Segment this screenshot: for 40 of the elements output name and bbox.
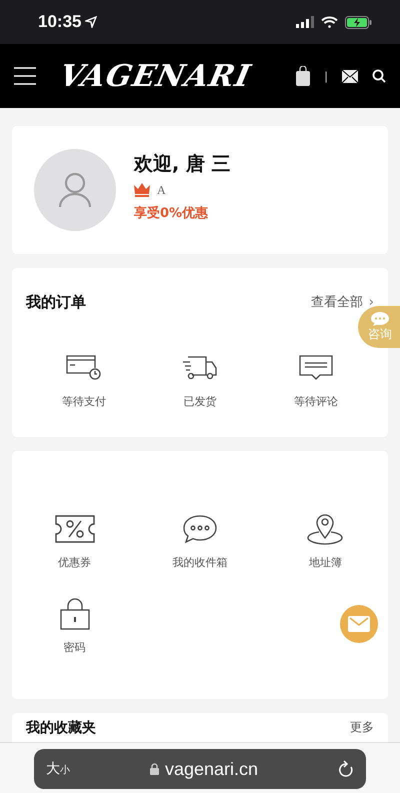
- brand-logo[interactable]: VAGENARI: [56, 58, 254, 94]
- wifi-icon: [321, 16, 338, 28]
- address-bar[interactable]: 大小 vagenari.cn: [34, 749, 366, 789]
- service-item[interactable]: 密码: [12, 598, 138, 655]
- welcome-text: 欢迎, 唐 三: [134, 152, 230, 176]
- order-status-item[interactable]: 等待评论: [258, 352, 374, 409]
- person-icon: [58, 172, 92, 208]
- more-link[interactable]: 更多: [350, 719, 374, 736]
- comment-icon: [299, 355, 333, 381]
- service-item[interactable]: 地址簿: [262, 513, 388, 570]
- location-arrow-icon: [85, 16, 98, 28]
- card-clock-icon: [66, 355, 102, 381]
- url-text: vagenari.cn: [164, 758, 258, 780]
- member-level: A: [157, 182, 166, 198]
- search-icon[interactable]: [372, 69, 386, 83]
- section-title: 我的订单: [26, 292, 86, 312]
- padlock-icon: [60, 598, 90, 630]
- envelope-icon: [348, 616, 370, 632]
- reload-icon[interactable]: [338, 760, 354, 778]
- text-size-button[interactable]: 大小: [46, 760, 70, 778]
- chat-bubble-icon: [371, 312, 389, 326]
- service-item[interactable]: 我的收件箱: [137, 513, 263, 570]
- chat-bubble-icon: [182, 515, 217, 543]
- discount-text: 享受0%优惠: [134, 204, 210, 222]
- lock-icon: [150, 763, 159, 775]
- location-pin-icon: [307, 513, 344, 545]
- status-time: 10:35: [38, 12, 82, 32]
- coupon-icon: [54, 515, 95, 543]
- shopping-bag-icon[interactable]: [296, 66, 310, 86]
- order-status-item[interactable]: 等待支付: [26, 352, 142, 409]
- signal-icon: [296, 16, 314, 28]
- battery-charging-icon: [345, 16, 372, 28]
- section-title: 我的收藏夹: [26, 719, 96, 737]
- order-status-item[interactable]: 已发货: [142, 352, 258, 409]
- header-divider: |: [324, 70, 328, 82]
- crown-icon: [134, 183, 150, 197]
- envelope-icon[interactable]: [342, 70, 358, 82]
- menu-icon[interactable]: [14, 66, 36, 86]
- service-item[interactable]: 优惠券: [12, 513, 138, 570]
- truck-icon: [182, 355, 218, 381]
